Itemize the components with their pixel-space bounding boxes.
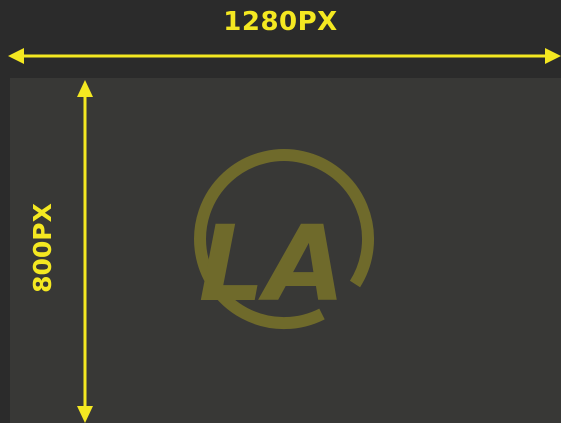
la-logo: LA	[194, 149, 374, 330]
height-arrow-top-head-icon	[77, 80, 93, 97]
height-arrow	[77, 80, 93, 423]
width-arrow-right-head-icon	[545, 48, 561, 64]
width-label: 1280PX	[223, 7, 338, 37]
dimension-overlay: LA	[8, 48, 561, 423]
logo-text: LA	[199, 203, 346, 325]
width-arrow	[8, 48, 561, 64]
height-label: 800PX	[28, 203, 57, 293]
width-arrow-left-head-icon	[8, 48, 24, 64]
dimension-diagram: LA 1280PX 800PX	[0, 0, 561, 423]
height-arrow-bottom-head-icon	[77, 406, 93, 423]
